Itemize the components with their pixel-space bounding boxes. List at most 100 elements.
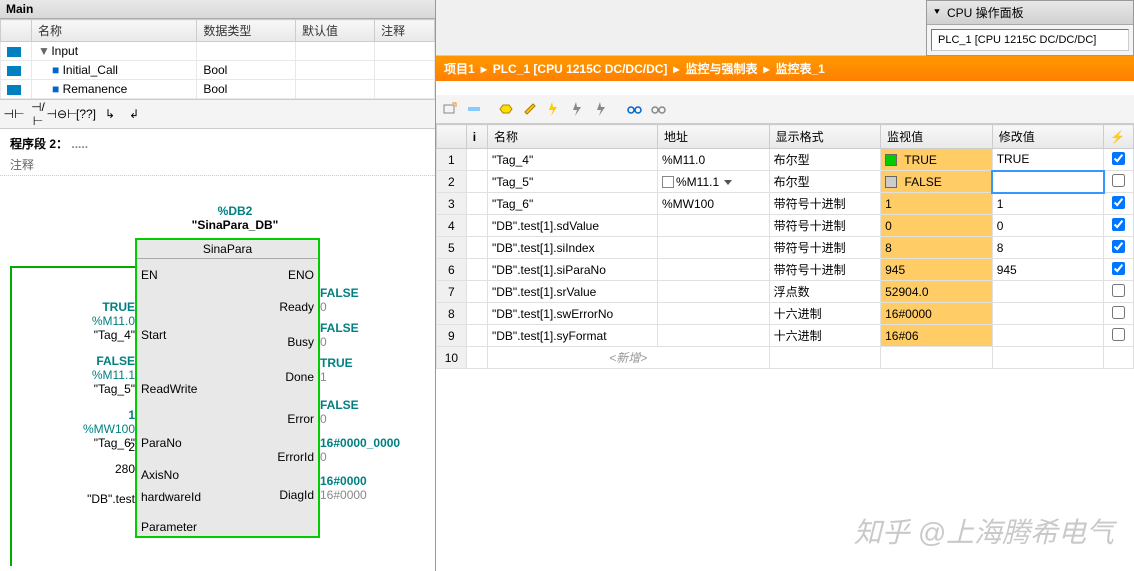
- new-row-icon[interactable]: [439, 98, 461, 120]
- glasses2-icon[interactable]: [647, 98, 669, 120]
- bc-plc[interactable]: PLC_1 [CPU 1215C DC/DC/DC]: [493, 62, 668, 76]
- cpu-device[interactable]: PLC_1 [CPU 1215C DC/DC/DC]: [931, 29, 1129, 51]
- contact-no-icon[interactable]: ⊣⊢: [3, 103, 25, 125]
- modify-cell[interactable]: 1: [992, 193, 1104, 215]
- network-comment[interactable]: 注释: [0, 154, 435, 176]
- format-cell[interactable]: 十六进制: [769, 325, 881, 347]
- fb-pin-right[interactable]: DiagId: [279, 488, 314, 502]
- fb-pin-right[interactable]: Done: [285, 370, 314, 384]
- watch-row[interactable]: 4"DB".test[1].sdValue带符号十进制00: [437, 215, 1134, 237]
- add-row[interactable]: 10<新增>: [437, 347, 1134, 369]
- fb-output-signal[interactable]: 16#0000_00000: [318, 436, 413, 464]
- watch-row[interactable]: 5"DB".test[1].siIndex带符号十进制88: [437, 237, 1134, 259]
- addr-cell[interactable]: %M11.1: [658, 171, 770, 193]
- fb-output-signal[interactable]: FALSE0: [318, 286, 413, 314]
- modify-cell[interactable]: [992, 281, 1104, 303]
- chevron-down-icon[interactable]: ⯆: [933, 7, 941, 18]
- modify-cell[interactable]: 945: [992, 259, 1104, 281]
- fb-pin-left[interactable]: ParaNo: [141, 436, 182, 450]
- modify-checkbox[interactable]: [1112, 152, 1125, 165]
- fb-pin-left[interactable]: AxisNo: [141, 468, 179, 482]
- network-title[interactable]: 程序段 2： .....: [0, 133, 435, 154]
- format-cell[interactable]: 布尔型: [769, 171, 881, 193]
- row-number[interactable]: 2: [437, 171, 467, 193]
- modify-checkbox[interactable]: [1112, 306, 1125, 319]
- bc-folder[interactable]: 监控与强制表: [685, 60, 757, 77]
- format-cell[interactable]: 带符号十进制: [769, 237, 881, 259]
- modify-checkbox[interactable]: [1112, 262, 1125, 275]
- addr-cell[interactable]: [658, 237, 770, 259]
- format-cell[interactable]: 带符号十进制: [769, 259, 881, 281]
- modify-cell[interactable]: [992, 303, 1104, 325]
- fb-output-signal[interactable]: 16#000016#0000: [318, 474, 413, 502]
- name-cell[interactable]: "Tag_4": [488, 149, 658, 171]
- modify-checkbox[interactable]: [1112, 218, 1125, 231]
- row-number[interactable]: 3: [437, 193, 467, 215]
- col-mod[interactable]: 修改值: [992, 125, 1104, 149]
- tree-toggle-icon[interactable]: ▼: [38, 44, 48, 58]
- flash3-icon[interactable]: [591, 98, 613, 120]
- interface-row[interactable]: ▼ Input: [1, 42, 435, 61]
- format-cell[interactable]: 十六进制: [769, 303, 881, 325]
- addr-cell[interactable]: [658, 215, 770, 237]
- flash-icon[interactable]: [543, 98, 565, 120]
- fb-input-signal[interactable]: 2: [67, 440, 137, 454]
- addr-cell[interactable]: %M11.0: [658, 149, 770, 171]
- row-number[interactable]: 7: [437, 281, 467, 303]
- addr-cell[interactable]: [658, 259, 770, 281]
- modify-checkbox[interactable]: [1112, 328, 1125, 341]
- cpu-panel-header[interactable]: ⯆ CPU 操作面板: [927, 1, 1133, 25]
- col-comment[interactable]: 注释: [375, 20, 435, 42]
- modify-cell[interactable]: [992, 171, 1104, 193]
- dropdown-arrow-icon[interactable]: [724, 180, 732, 185]
- fb-pin-left[interactable]: Start: [141, 328, 166, 342]
- watch-row[interactable]: 9"DB".test[1].syFormat十六进制16#06: [437, 325, 1134, 347]
- modify-cell[interactable]: [992, 325, 1104, 347]
- ladder-diagram[interactable]: %DB2 "SinaPara_DB" SinaPara ENStartTRUE%…: [0, 186, 435, 571]
- fb-pin-right[interactable]: Error: [287, 412, 314, 426]
- col-name[interactable]: 名称: [488, 125, 658, 149]
- fb-output-signal[interactable]: TRUE1: [318, 356, 413, 384]
- format-cell[interactable]: 带符号十进制: [769, 215, 881, 237]
- format-cell[interactable]: 布尔型: [769, 149, 881, 171]
- row-number[interactable]: 5: [437, 237, 467, 259]
- watch-row[interactable]: 6"DB".test[1].siParaNo带符号十进制945945: [437, 259, 1134, 281]
- addr-cell[interactable]: %MW100: [658, 193, 770, 215]
- fb-pin-left[interactable]: hardwareId: [141, 490, 201, 504]
- name-cell[interactable]: "DB".test[1].siIndex: [488, 237, 658, 259]
- interface-row[interactable]: ■ RemanenceBool: [1, 80, 435, 99]
- name-cell[interactable]: "Tag_5": [488, 171, 658, 193]
- modify-icon[interactable]: [519, 98, 541, 120]
- fb-pin-left[interactable]: ReadWrite: [141, 382, 197, 396]
- coil-icon[interactable]: ⊣⊖⊢: [51, 103, 73, 125]
- name-cell[interactable]: "DB".test[1].srValue: [488, 281, 658, 303]
- branch-open-icon[interactable]: ↳: [99, 103, 121, 125]
- modify-checkbox[interactable]: [1112, 196, 1125, 209]
- fb-pin-left[interactable]: Parameter: [141, 520, 197, 534]
- name-cell[interactable]: "DB".test[1].sdValue: [488, 215, 658, 237]
- fb-pin-right[interactable]: ErrorId: [277, 450, 314, 464]
- row-number[interactable]: 6: [437, 259, 467, 281]
- watch-row[interactable]: 8"DB".test[1].swErrorNo十六进制16#0000: [437, 303, 1134, 325]
- modify-cell[interactable]: TRUE: [992, 149, 1104, 171]
- col-default[interactable]: 默认值: [295, 20, 374, 42]
- modify-cell[interactable]: 8: [992, 237, 1104, 259]
- addr-cell[interactable]: [658, 325, 770, 347]
- fb-input-signal[interactable]: 280: [67, 462, 137, 476]
- modify-checkbox[interactable]: [1112, 174, 1125, 187]
- fb-input-signal[interactable]: FALSE%M11.1"Tag_5": [67, 354, 137, 396]
- box-icon[interactable]: [??]: [75, 103, 97, 125]
- insert-row-icon[interactable]: [463, 98, 485, 120]
- watch-row[interactable]: 7"DB".test[1].srValue浮点数52904.0: [437, 281, 1134, 303]
- fb-output-signal[interactable]: FALSE0: [318, 398, 413, 426]
- flash2-icon[interactable]: [567, 98, 589, 120]
- fb-pin-left[interactable]: EN: [141, 268, 158, 282]
- watch-row[interactable]: 1"Tag_4"%M11.0布尔型 TRUETRUE: [437, 149, 1134, 171]
- branch-close-icon[interactable]: ↲: [123, 103, 145, 125]
- fb-input-signal[interactable]: "DB".test: [67, 492, 137, 506]
- name-cell[interactable]: "Tag_6": [488, 193, 658, 215]
- col-flash[interactable]: ⚡: [1104, 125, 1134, 149]
- col-fmt[interactable]: 显示格式: [769, 125, 881, 149]
- row-number[interactable]: 8: [437, 303, 467, 325]
- fb-pin-right[interactable]: Ready: [279, 300, 314, 314]
